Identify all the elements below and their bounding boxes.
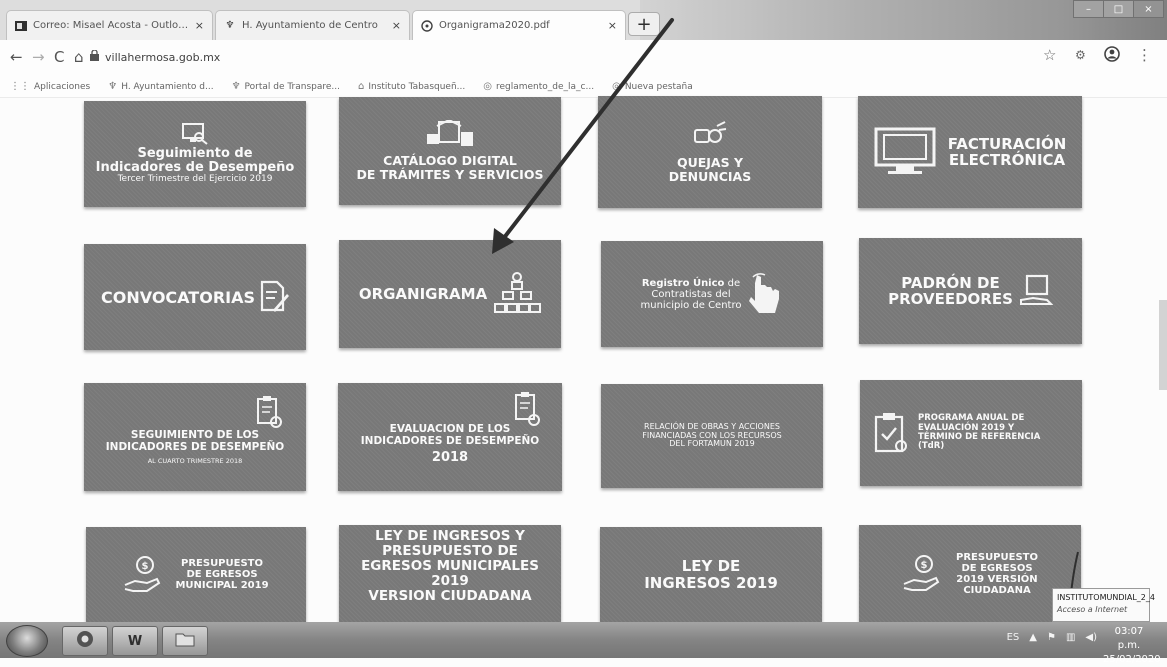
annotation-overlay [492, 18, 1089, 658]
start-button[interactable] [6, 625, 48, 657]
flag-icon[interactable]: ⚑ [1047, 632, 1056, 643]
tray-chevron-icon[interactable]: ▲ [1029, 632, 1037, 643]
taskbar: W ES ▲ ⚑ ▥ ◀) 03:07 p.m. 25/02/2020 [0, 622, 1167, 665]
folder-icon [175, 631, 195, 651]
system-tray: ES ▲ ⚑ ▥ ◀) [1007, 632, 1097, 643]
clock[interactable]: 03:07 p.m. 25/02/2020 [1103, 625, 1161, 667]
notification-title: INSTITUTOMUNDIAL_2_4 [1057, 593, 1155, 602]
taskbar-explorer[interactable] [162, 626, 208, 656]
clock-time: 03:07 p.m. [1114, 626, 1144, 651]
volume-icon[interactable]: ◀) [1085, 632, 1097, 643]
taskbar-word[interactable]: W [112, 626, 158, 656]
notification-subtitle: Acceso a Internet [1057, 605, 1128, 614]
word-icon: W [127, 633, 143, 649]
annotation-arrow-icon [492, 18, 674, 254]
taskbar-chrome[interactable] [62, 626, 108, 656]
network-notification: INSTITUTOMUNDIAL_2_4 Acceso a Internet [1052, 588, 1155, 622]
language-indicator[interactable]: ES [1007, 632, 1020, 643]
chrome-icon [76, 630, 94, 652]
clock-date: 25/02/2020 [1103, 654, 1161, 665]
network-icon[interactable]: ▥ [1066, 632, 1075, 643]
